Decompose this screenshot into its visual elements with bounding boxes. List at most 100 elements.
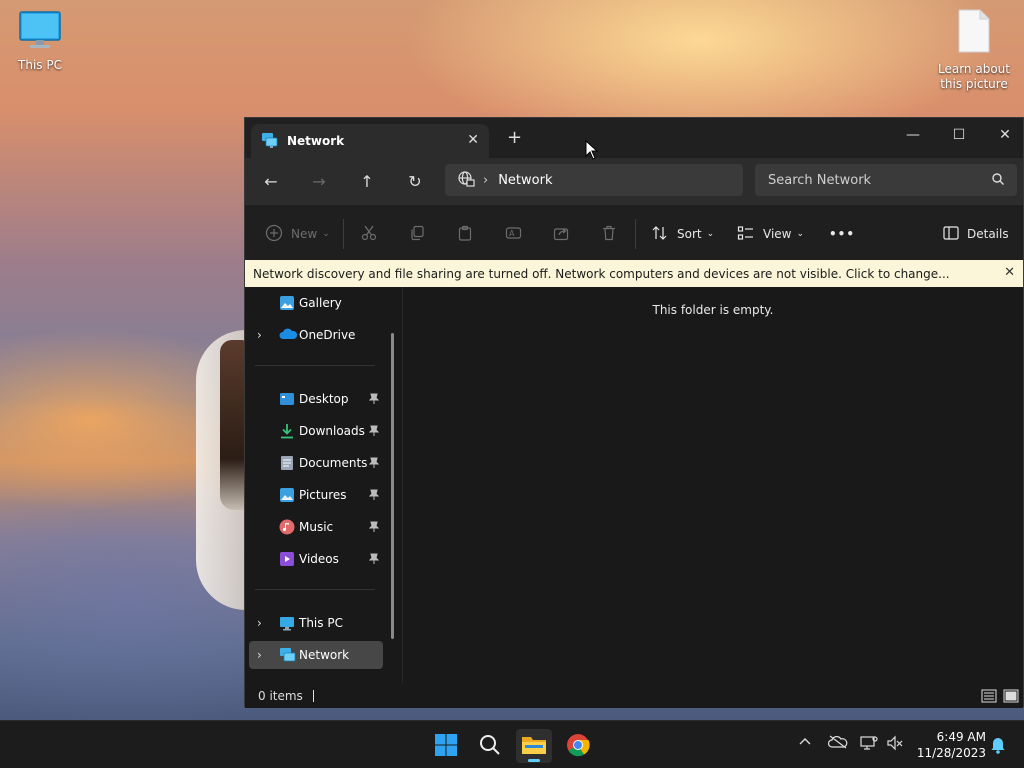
sidebar-item-pictures[interactable]: Pictures bbox=[249, 481, 383, 509]
scissors-icon bbox=[361, 225, 377, 244]
music-icon bbox=[279, 519, 295, 538]
file-explorer-taskbar-button[interactable] bbox=[516, 729, 552, 763]
chevron-down-icon: ⌄ bbox=[706, 229, 715, 239]
pictures-icon bbox=[279, 487, 295, 506]
new-tab-button[interactable]: + bbox=[507, 129, 522, 147]
globe-icon bbox=[457, 170, 475, 191]
empty-folder-message: This folder is empty. bbox=[652, 303, 774, 317]
more-options-button[interactable]: ••• bbox=[829, 223, 855, 245]
view-icon bbox=[737, 225, 755, 244]
file-list-area[interactable]: This folder is empty. bbox=[403, 287, 1023, 683]
sidebar-item-documents[interactable]: Documents bbox=[249, 449, 383, 477]
pin-icon bbox=[368, 489, 380, 504]
large-icons-view-icon[interactable] bbox=[1003, 689, 1019, 706]
desktop-icon-label: Learn about this picture bbox=[938, 62, 1010, 91]
sidebar-item-label: Downloads bbox=[299, 424, 365, 438]
up-button[interactable]: ↑ bbox=[355, 171, 379, 191]
back-button[interactable]: ← bbox=[259, 171, 283, 191]
svg-text:A: A bbox=[509, 229, 515, 238]
sidebar-item-downloads[interactable]: Downloads bbox=[249, 417, 383, 445]
desktop-icon-learn-about-picture[interactable]: Learn about this picture bbox=[934, 8, 1014, 92]
copy-button[interactable] bbox=[409, 223, 425, 245]
close-tab-button[interactable]: ✕ bbox=[467, 132, 479, 148]
clock-time: 6:49 AM bbox=[936, 730, 986, 744]
minimize-button[interactable]: — bbox=[893, 123, 933, 147]
details-button[interactable]: Details bbox=[943, 223, 1009, 245]
chrome-taskbar-button[interactable] bbox=[560, 729, 596, 763]
cut-button[interactable] bbox=[361, 223, 377, 245]
breadcrumb-network[interactable]: Network bbox=[498, 173, 552, 188]
folder-icon bbox=[521, 734, 547, 759]
details-view-icon[interactable] bbox=[981, 689, 997, 706]
status-divider bbox=[312, 689, 314, 702]
system-clock[interactable]: 6:49 AM 11/28/2023 bbox=[910, 729, 986, 761]
file-explorer-window: Network ✕ + — ☐ ✕ ← → ↑ ↻ › Network Sear… bbox=[244, 117, 1024, 708]
sidebar-item-videos[interactable]: Videos bbox=[249, 545, 383, 573]
sidebar-item-label: Documents bbox=[299, 456, 368, 470]
sort-icon bbox=[651, 225, 669, 244]
sidebar-item-label: Desktop bbox=[299, 392, 349, 406]
wallpaper-swan-neck bbox=[220, 340, 246, 510]
network-tray-icon[interactable] bbox=[860, 735, 878, 754]
desktop-icon-this-pc[interactable]: This PC bbox=[0, 10, 80, 73]
chevron-right-icon[interactable]: › bbox=[257, 616, 262, 630]
plus-circle-icon bbox=[265, 224, 283, 245]
sidebar-item-gallery[interactable]: Gallery bbox=[249, 289, 383, 317]
videos-icon bbox=[279, 551, 295, 570]
network-icon bbox=[261, 132, 279, 151]
forward-button[interactable]: → bbox=[307, 171, 331, 191]
pin-icon bbox=[368, 457, 380, 472]
search-placeholder: Search Network bbox=[768, 172, 872, 188]
sidebar-item-label: Pictures bbox=[299, 488, 347, 502]
volume-muted-icon[interactable] bbox=[886, 735, 904, 754]
sidebar-item-label: Network bbox=[299, 648, 350, 662]
new-label: New bbox=[291, 227, 318, 241]
refresh-button[interactable]: ↻ bbox=[403, 171, 427, 191]
network-discovery-infobar[interactable]: Network discovery and file sharing are t… bbox=[245, 260, 1023, 287]
new-button[interactable]: New ⌄ bbox=[265, 223, 330, 245]
view-label: View bbox=[763, 227, 792, 241]
document-icon bbox=[934, 8, 1014, 58]
delete-button[interactable] bbox=[601, 223, 617, 245]
show-hidden-icons-chevron-icon[interactable] bbox=[798, 735, 812, 752]
sidebar-item-label: Gallery bbox=[299, 296, 342, 310]
chevron-right-icon[interactable]: › bbox=[257, 648, 262, 662]
sidebar-item-music[interactable]: Music bbox=[249, 513, 383, 541]
details-pane-icon bbox=[943, 225, 959, 243]
sidebar-item-network[interactable]: › Network bbox=[249, 641, 383, 669]
tab-network[interactable]: Network ✕ bbox=[251, 124, 489, 158]
navigation-pane: Gallery › OneDrive Desktop Downloads Doc… bbox=[245, 287, 403, 683]
rename-icon: A bbox=[505, 225, 523, 244]
downloads-icon bbox=[279, 423, 295, 442]
sidebar-item-this-pc[interactable]: › This PC bbox=[249, 609, 383, 637]
view-button[interactable]: View ⌄ bbox=[737, 223, 804, 245]
rename-button[interactable]: A bbox=[505, 223, 523, 245]
divider bbox=[255, 365, 375, 366]
clock-date: 11/28/2023 bbox=[916, 746, 986, 760]
pin-icon bbox=[368, 521, 380, 536]
search-input[interactable]: Search Network bbox=[755, 164, 1017, 196]
pin-icon bbox=[368, 425, 380, 440]
search-icon bbox=[479, 734, 501, 759]
maximize-button[interactable]: ☐ bbox=[939, 123, 979, 147]
tab-title: Network bbox=[287, 134, 345, 148]
sidebar-scrollbar[interactable] bbox=[391, 333, 394, 639]
paste-button[interactable] bbox=[457, 223, 473, 245]
share-button[interactable] bbox=[553, 223, 569, 245]
onedrive-offline-icon[interactable] bbox=[827, 735, 848, 752]
divider bbox=[635, 219, 636, 249]
sidebar-item-onedrive[interactable]: › OneDrive bbox=[249, 321, 383, 349]
navigation-bar: ← → ↑ ↻ › Network Search Network bbox=[245, 158, 1023, 204]
start-button[interactable] bbox=[428, 729, 464, 763]
taskbar: 6:49 AM 11/28/2023 bbox=[0, 720, 1024, 768]
chevron-right-icon[interactable]: › bbox=[257, 328, 262, 342]
close-window-button[interactable]: ✕ bbox=[985, 123, 1024, 147]
sidebar-item-desktop[interactable]: Desktop bbox=[249, 385, 383, 413]
infobar-close-button[interactable]: ✕ bbox=[1004, 265, 1015, 280]
address-bar[interactable]: › Network bbox=[445, 164, 743, 196]
windows-logo-icon bbox=[434, 733, 458, 760]
active-indicator bbox=[528, 759, 540, 762]
notification-bell-icon[interactable] bbox=[990, 736, 1006, 757]
sort-button[interactable]: Sort ⌄ bbox=[651, 223, 714, 245]
search-button[interactable] bbox=[472, 729, 508, 763]
